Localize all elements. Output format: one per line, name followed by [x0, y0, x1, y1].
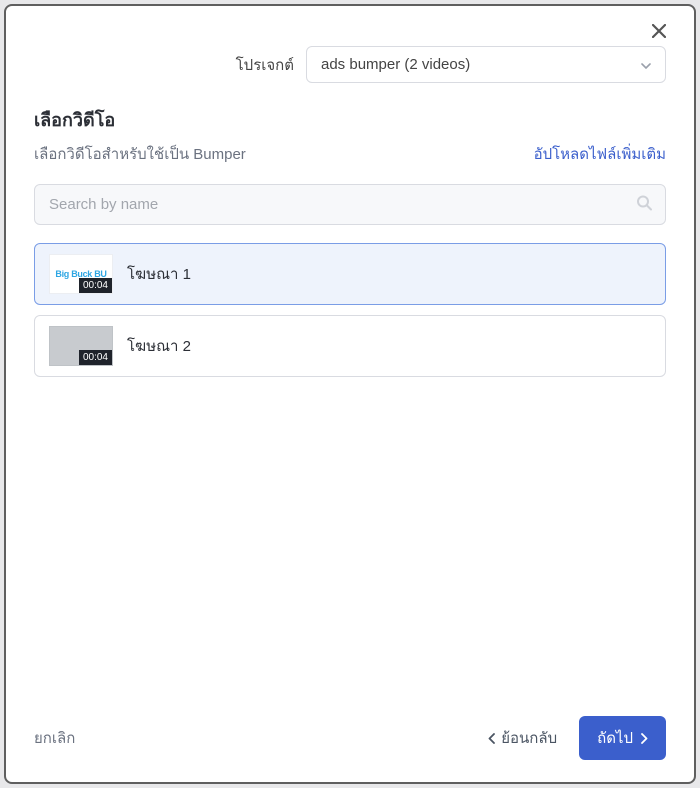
modal-footer: ยกเลิก ย้อนกลับ ถัดไป — [34, 696, 666, 760]
video-thumbnail: Big Buck BU 00:04 — [49, 254, 113, 294]
video-item[interactable]: 00:04 โฆษณา 2 — [34, 315, 666, 377]
close-button[interactable] — [652, 24, 666, 38]
project-label: โปรเจกต์ — [236, 53, 294, 77]
section-title: เลือกวิดีโอ — [34, 105, 666, 134]
project-selector-row: โปรเจกต์ ads bumper (2 videos) — [34, 46, 666, 83]
footer-right-group: ย้อนกลับ ถัดไป — [488, 716, 666, 760]
close-icon — [652, 24, 666, 38]
chevron-down-icon — [641, 56, 651, 73]
next-button[interactable]: ถัดไป — [579, 716, 666, 760]
duration-badge: 00:04 — [79, 350, 112, 365]
project-select[interactable]: ads bumper (2 videos) — [306, 46, 666, 83]
video-name: โฆษณา 2 — [127, 334, 191, 358]
section-sub-row: เลือกวิดีโอสำหรับใช้เป็น Bumper อัปโหลดไ… — [34, 142, 666, 166]
duration-badge: 00:04 — [79, 278, 112, 293]
modal-close-row — [34, 24, 666, 46]
next-label: ถัดไป — [597, 726, 633, 750]
search-icon — [636, 194, 652, 215]
chevron-right-icon — [641, 733, 648, 744]
back-button[interactable]: ย้อนกลับ — [488, 726, 557, 750]
chevron-left-icon — [488, 733, 495, 744]
video-thumbnail: 00:04 — [49, 326, 113, 366]
video-name: โฆษณา 1 — [127, 262, 191, 286]
video-item[interactable]: Big Buck BU 00:04 โฆษณา 1 — [34, 243, 666, 305]
project-select-value: ads bumper (2 videos) — [321, 56, 470, 73]
back-label: ย้อนกลับ — [501, 726, 557, 750]
upload-more-link[interactable]: อัปโหลดไฟล์เพิ่มเติม — [534, 142, 666, 166]
search-input[interactable] — [34, 184, 666, 225]
select-video-modal: โปรเจกต์ ads bumper (2 videos) เลือกวิดี… — [4, 4, 696, 784]
cancel-button[interactable]: ยกเลิก — [34, 726, 75, 750]
section-subtitle: เลือกวิดีโอสำหรับใช้เป็น Bumper — [34, 142, 246, 166]
video-list: Big Buck BU 00:04 โฆษณา 1 00:04 โฆษณา 2 — [34, 243, 666, 377]
search-container — [34, 184, 666, 225]
